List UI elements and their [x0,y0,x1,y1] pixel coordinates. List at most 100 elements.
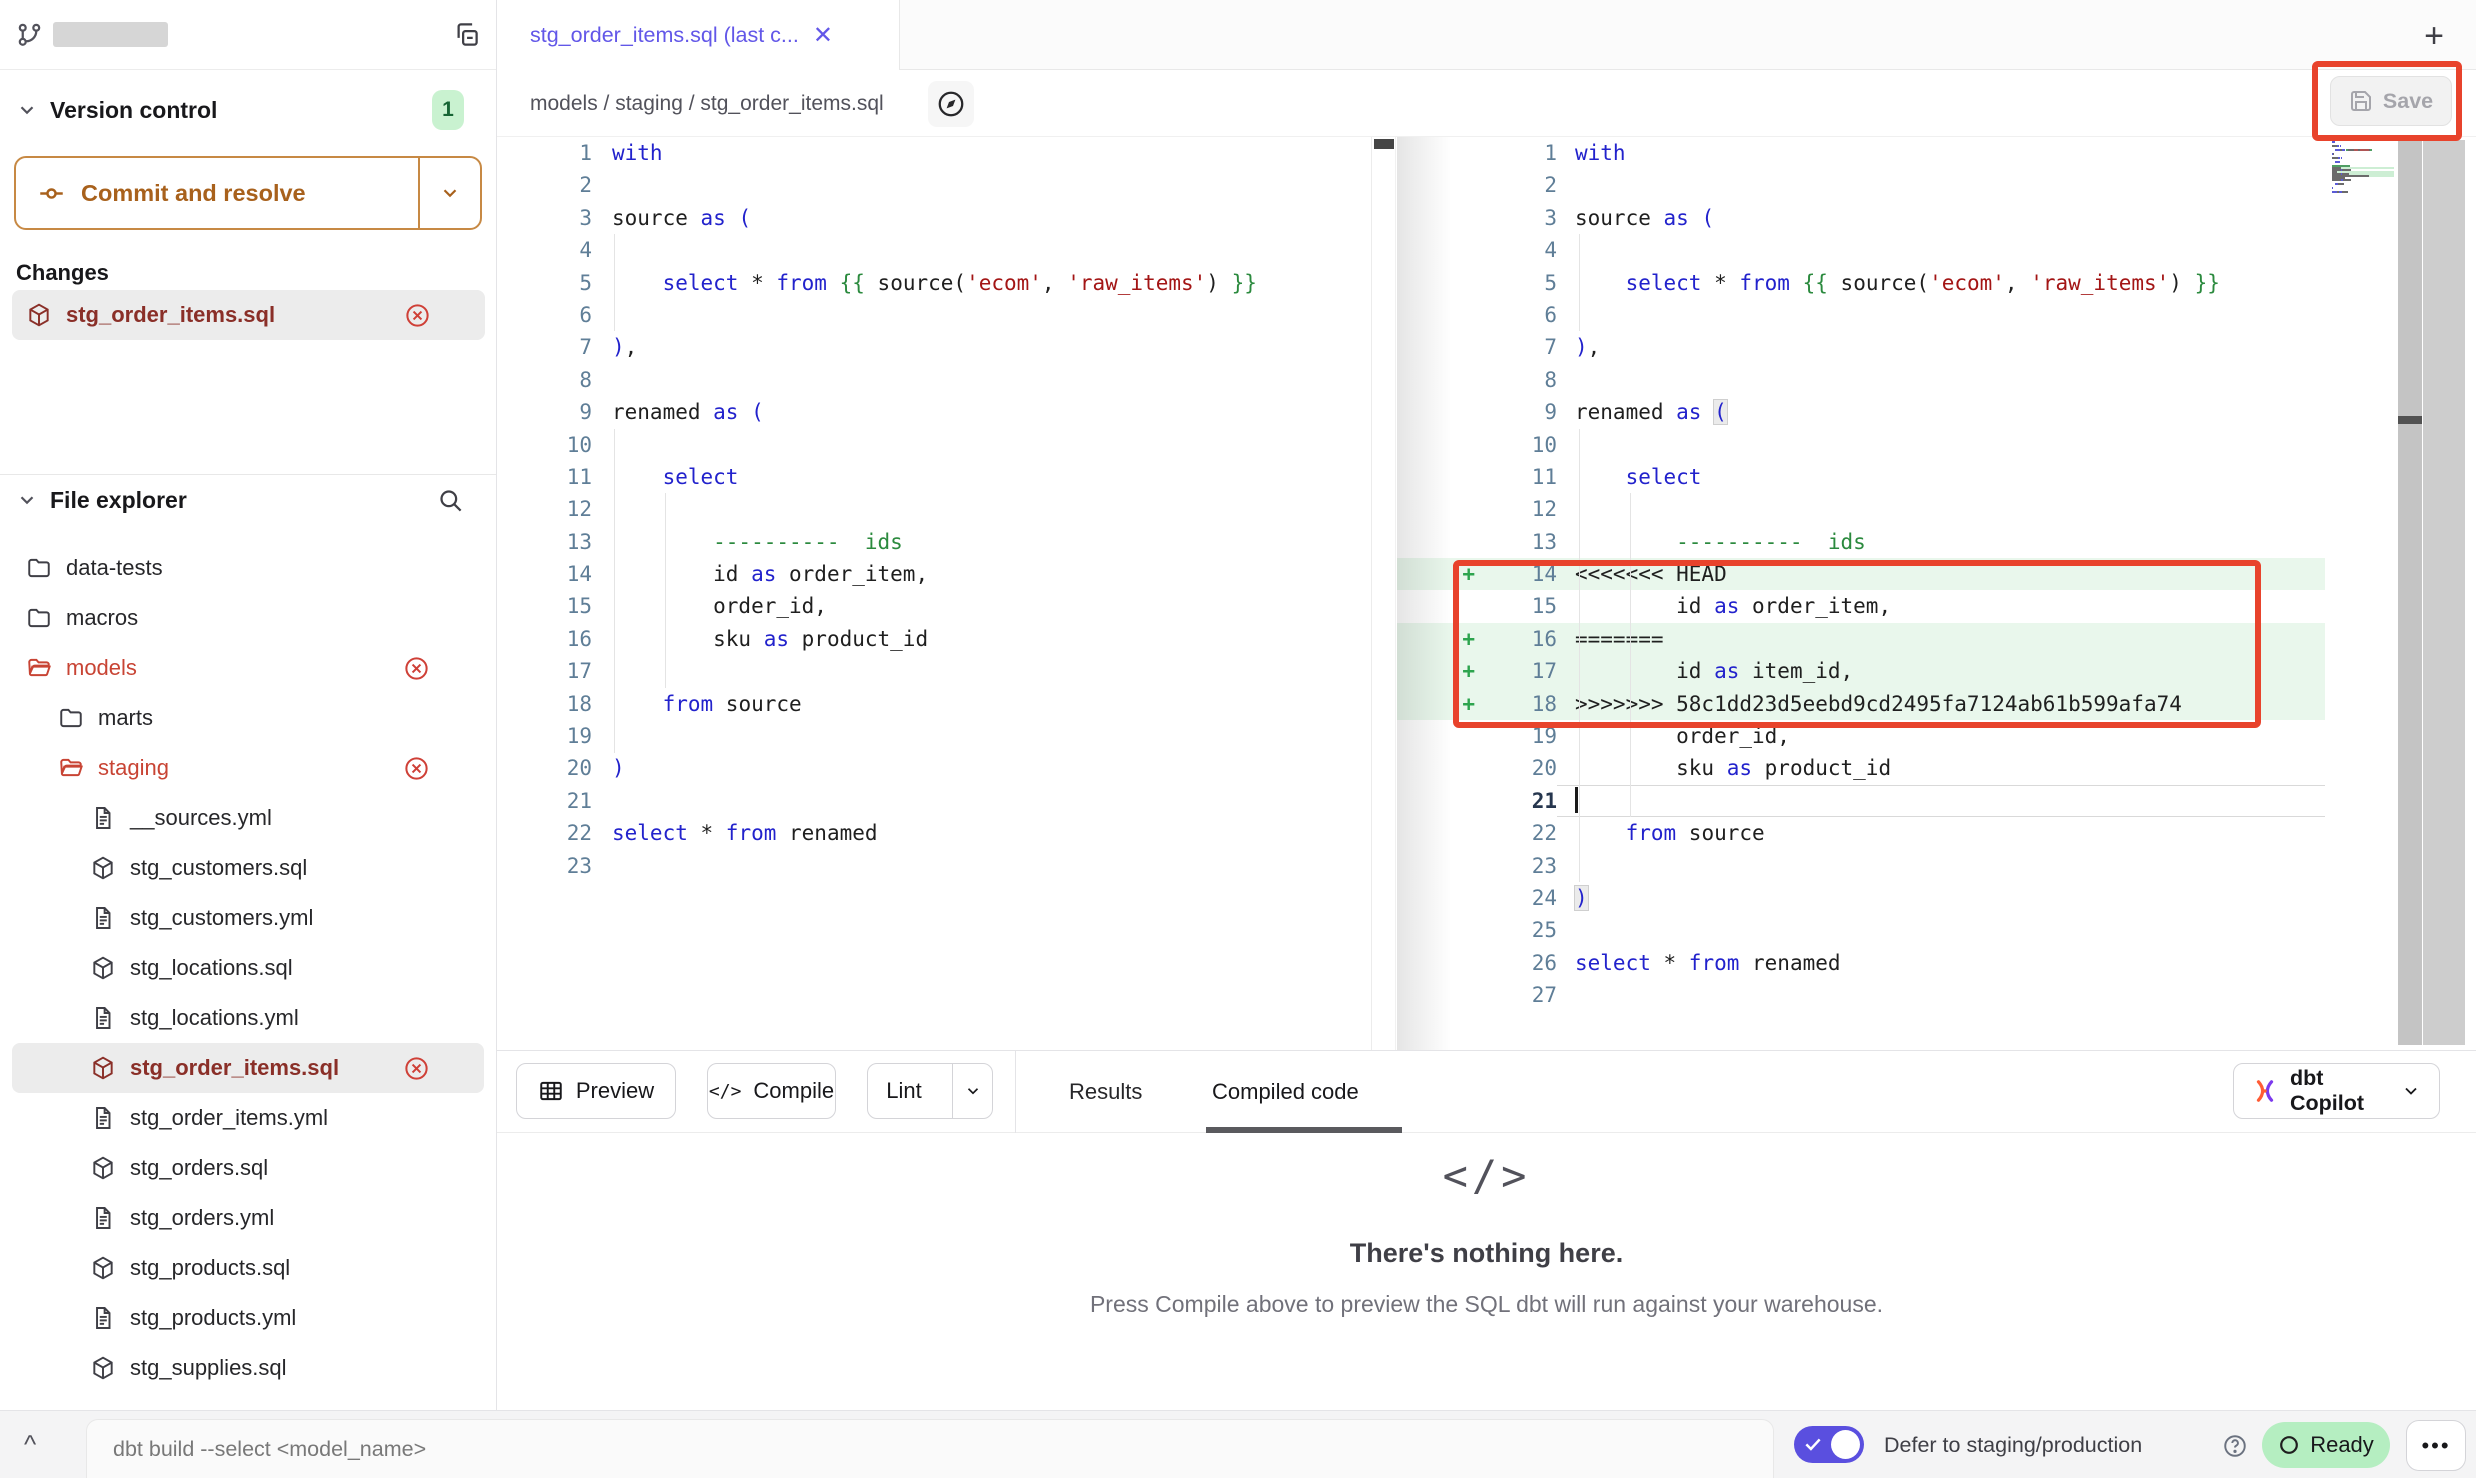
changed-file-row[interactable]: stg_order_items.sql [12,290,485,340]
code-line[interactable]: 11 select [1397,461,2325,493]
file-explorer-item-stg_locations.yml[interactable]: stg_locations.yml [12,993,484,1043]
code-line[interactable]: 5 select * from {{ source('ecom', 'raw_i… [1397,267,2325,299]
editor-pane-original[interactable]: 1with23source as (45 select * from {{ so… [497,137,1371,882]
command-input[interactable]: dbt build --select <model_name> [86,1419,1774,1478]
code-line[interactable]: 4 [1397,234,2325,266]
lineage-button[interactable] [928,81,974,127]
code-line[interactable]: 19 [497,720,1371,752]
code-line[interactable]: 2 [1397,169,2325,201]
file-explorer-item-models[interactable]: models [12,643,484,693]
code-line[interactable]: 15 id as order_item, [1397,590,2325,622]
file-explorer-item-stg_products.yml[interactable]: stg_products.yml [12,1293,484,1343]
code-line[interactable]: 24) [1397,882,2325,914]
code-line[interactable]: 9renamed as ( [1397,396,2325,428]
expand-command-bar-icon[interactable]: ^ [24,1429,36,1460]
code-line[interactable]: 12 [1397,493,2325,525]
code-line[interactable]: +17 id as item_id, [1397,655,2325,687]
code-line[interactable]: 25 [1397,914,2325,946]
code-line[interactable]: 20 sku as product_id [1397,752,2325,784]
compile-button[interactable]: </> Compile [707,1063,836,1119]
code-line[interactable]: 18 from source [497,688,1371,720]
file-explorer-item-macros[interactable]: macros [12,593,484,643]
more-options-button[interactable]: ••• [2406,1420,2466,1471]
code-line[interactable]: 27 [1397,979,2325,1011]
code-line[interactable]: 7), [497,331,1371,363]
code-line[interactable]: 1with [497,137,1371,169]
code-line[interactable]: 13 ---------- ids [1397,526,2325,558]
code-line[interactable]: 12 [497,493,1371,525]
code-line[interactable]: 9renamed as ( [497,396,1371,428]
tab-results[interactable]: Results [1069,1051,1142,1133]
left-pane-scrollbar[interactable] [1371,137,1396,1050]
code-line[interactable]: 3source as ( [497,202,1371,234]
version-control-header[interactable]: Version control 1 [0,84,496,136]
git-branch-icon[interactable] [16,21,43,48]
minimap[interactable] [2332,141,2394,195]
commit-and-resolve-button[interactable]: Commit and resolve [14,156,482,230]
help-icon[interactable] [2222,1433,2248,1459]
code-line[interactable]: 6 [497,299,1371,331]
code-line[interactable]: 20) [497,752,1371,784]
dbt-copilot-button[interactable]: dbt Copilot [2233,1063,2440,1119]
file-explorer-item-stg_orders.yml[interactable]: stg_orders.yml [12,1193,484,1243]
file-explorer-item-stg_locations.sql[interactable]: stg_locations.sql [12,943,484,993]
code-line[interactable]: +14<<<<<<< HEAD [1397,558,2325,590]
preview-button[interactable]: Preview [516,1063,676,1119]
new-tab-icon[interactable]: + [2424,17,2444,56]
lint-dropdown[interactable] [952,1064,992,1118]
code-line[interactable]: 14 id as order_item, [497,558,1371,590]
file-explorer-item-stg_order_items.yml[interactable]: stg_order_items.yml [12,1093,484,1143]
search-icon[interactable] [437,487,464,514]
copy-files-icon[interactable] [453,21,480,48]
discard-change-icon[interactable] [403,655,430,682]
code-line[interactable]: 21 [1397,785,2325,817]
file-explorer-item-stg_customers.yml[interactable]: stg_customers.yml [12,893,484,943]
code-line[interactable]: 10 [1397,429,2325,461]
tab-compiled-code[interactable]: Compiled code [1212,1051,1359,1133]
code-line[interactable]: 1with [1397,137,2325,169]
code-line[interactable]: 22select * from renamed [497,817,1371,849]
code-line[interactable]: 2 [497,169,1371,201]
file-explorer-item-staging[interactable]: staging [12,743,484,793]
save-button[interactable]: Save [2330,76,2452,126]
code-line[interactable]: +16======= [1397,623,2325,655]
code-line[interactable]: 8 [1397,364,2325,396]
code-line[interactable]: 3source as ( [1397,202,2325,234]
code-line[interactable]: 23 [497,850,1371,882]
file-explorer-item-stg_customers.sql[interactable]: stg_customers.sql [12,843,484,893]
discard-change-icon[interactable] [404,302,431,329]
tab-close-icon[interactable]: ✕ [813,24,833,48]
code-line[interactable]: 8 [497,364,1371,396]
file-explorer-item-data-tests[interactable]: data-tests [12,543,484,593]
code-line[interactable]: 21 [497,785,1371,817]
code-line[interactable]: 26select * from renamed [1397,947,2325,979]
code-line[interactable]: 19 order_id, [1397,720,2325,752]
code-line[interactable]: 11 select [497,461,1371,493]
file-explorer-item-stg_supplies.sql[interactable]: stg_supplies.sql [12,1343,484,1393]
file-explorer-item-__sources.yml[interactable]: __sources.yml [12,793,484,843]
commit-dropdown[interactable] [418,158,480,228]
discard-change-icon[interactable] [403,1055,430,1082]
editor-scrollbar[interactable] [2398,140,2422,1045]
tab-stg-order-items[interactable]: stg_order_items.sql (last c... ✕ [497,0,900,71]
code-line[interactable]: 16 sku as product_id [497,623,1371,655]
code-line[interactable]: 5 select * from {{ source('ecom', 'raw_i… [497,267,1371,299]
code-line[interactable]: 13 ---------- ids [497,526,1371,558]
code-line[interactable]: 7), [1397,331,2325,363]
code-line[interactable]: 17 [497,655,1371,687]
code-line[interactable]: +18>>>>>>> 58c1dd23d5eebd9cd2495fa7124ab… [1397,688,2325,720]
discard-change-icon[interactable] [403,755,430,782]
defer-toggle[interactable] [1794,1426,1864,1463]
editor-pane-modified[interactable]: 1with23source as (45 select * from {{ so… [1397,137,2325,1012]
code-line[interactable]: 22 from source [1397,817,2325,849]
code-line[interactable]: 23 [1397,850,2325,882]
file-explorer-item-stg_products.sql[interactable]: stg_products.sql [12,1243,484,1293]
file-explorer-item-stg_orders.sql[interactable]: stg_orders.sql [12,1143,484,1193]
file-explorer-item-stg_order_items.sql[interactable]: stg_order_items.sql [12,1043,484,1093]
code-line[interactable]: 15 order_id, [497,590,1371,622]
code-line[interactable]: 4 [497,234,1371,266]
file-explorer-header[interactable]: File explorer [0,476,496,524]
lint-button[interactable]: Lint [867,1063,993,1119]
code-line[interactable]: 10 [497,429,1371,461]
code-line[interactable]: 6 [1397,299,2325,331]
